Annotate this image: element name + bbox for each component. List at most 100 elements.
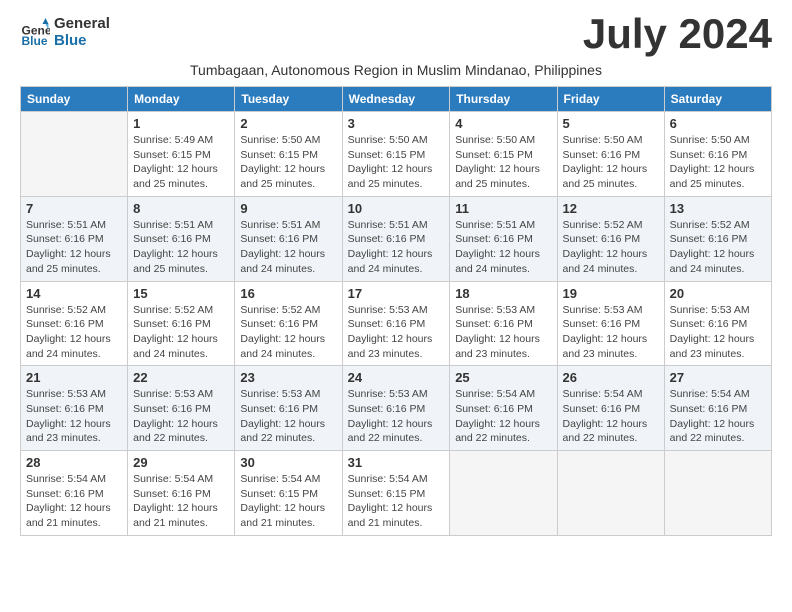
calendar-cell: 14 Sunrise: 5:52 AMSunset: 6:16 PMDayligh… (21, 281, 128, 366)
day-info: Sunrise: 5:53 AMSunset: 6:16 PMDaylight:… (348, 387, 445, 446)
day-number: 14 (26, 286, 122, 301)
day-number: 8 (133, 201, 229, 216)
day-info: Sunrise: 5:50 AMSunset: 6:16 PMDaylight:… (563, 133, 659, 192)
calendar-cell: 22 Sunrise: 5:53 AMSunset: 6:16 PMDayligh… (128, 366, 235, 451)
page-header: General Blue General Blue July 2024 (20, 10, 772, 58)
calendar-cell: 16 Sunrise: 5:52 AMSunset: 6:16 PMDayligh… (235, 281, 342, 366)
logo-icon: General Blue (20, 18, 50, 48)
day-info: Sunrise: 5:53 AMSunset: 6:16 PMDaylight:… (26, 387, 122, 446)
day-number: 10 (348, 201, 445, 216)
calendar-cell: 9 Sunrise: 5:51 AMSunset: 6:16 PMDaylight… (235, 196, 342, 281)
day-number: 2 (240, 116, 336, 131)
weekday-header-wednesday: Wednesday (342, 87, 450, 112)
calendar-cell: 6 Sunrise: 5:50 AMSunset: 6:16 PMDaylight… (664, 112, 771, 197)
svg-text:Blue: Blue (22, 34, 48, 48)
day-number: 16 (240, 286, 336, 301)
day-number: 29 (133, 455, 229, 470)
day-info: Sunrise: 5:54 AMSunset: 6:16 PMDaylight:… (26, 472, 122, 531)
calendar-cell: 4 Sunrise: 5:50 AMSunset: 6:15 PMDaylight… (450, 112, 557, 197)
day-info: Sunrise: 5:53 AMSunset: 6:16 PMDaylight:… (455, 303, 551, 362)
day-number: 13 (670, 201, 766, 216)
day-number: 23 (240, 370, 336, 385)
day-info: Sunrise: 5:51 AMSunset: 6:16 PMDaylight:… (26, 218, 122, 277)
calendar-cell: 12Sunrise: 5:52 AMSunset: 6:16 PMDayligh… (557, 196, 664, 281)
day-info: Sunrise: 5:53 AMSunset: 6:16 PMDaylight:… (348, 303, 445, 362)
month-title: July 2024 (583, 10, 772, 58)
day-info: Sunrise: 5:50 AMSunset: 6:15 PMDaylight:… (240, 133, 336, 192)
day-number: 6 (670, 116, 766, 131)
day-number: 20 (670, 286, 766, 301)
day-info: Sunrise: 5:52 AMSunset: 6:16 PMDaylight:… (26, 303, 122, 362)
day-number: 15 (133, 286, 229, 301)
day-number: 11 (455, 201, 551, 216)
calendar-cell: 27 Sunrise: 5:54 AMSunset: 6:16 PMDayligh… (664, 366, 771, 451)
calendar-cell: 1 Sunrise: 5:49 AMSunset: 6:15 PMDaylight… (128, 112, 235, 197)
calendar-week-4: 21 Sunrise: 5:53 AMSunset: 6:16 PMDayligh… (21, 366, 772, 451)
calendar-cell (21, 112, 128, 197)
day-number: 4 (455, 116, 551, 131)
day-info: Sunrise: 5:54 AMSunset: 6:16 PMDaylight:… (563, 387, 659, 446)
logo-text: General Blue (54, 16, 110, 49)
logo: General Blue General Blue (20, 16, 110, 49)
weekday-header-friday: Friday (557, 87, 664, 112)
day-info: Sunrise: 5:52 AMSunset: 6:16 PMDaylight:… (670, 218, 766, 277)
day-number: 22 (133, 370, 229, 385)
day-number: 31 (348, 455, 445, 470)
weekday-header-row: SundayMondayTuesdayWednesdayThursdayFrid… (21, 87, 772, 112)
day-info: Sunrise: 5:50 AMSunset: 6:15 PMDaylight:… (455, 133, 551, 192)
calendar-cell: 7 Sunrise: 5:51 AMSunset: 6:16 PMDaylight… (21, 196, 128, 281)
day-number: 18 (455, 286, 551, 301)
weekday-header-sunday: Sunday (21, 87, 128, 112)
day-number: 19 (563, 286, 659, 301)
day-number: 17 (348, 286, 445, 301)
weekday-header-monday: Monday (128, 87, 235, 112)
weekday-header-saturday: Saturday (664, 87, 771, 112)
calendar-cell: 18 Sunrise: 5:53 AMSunset: 6:16 PMDayligh… (450, 281, 557, 366)
day-number: 25 (455, 370, 551, 385)
calendar-week-1: 1 Sunrise: 5:49 AMSunset: 6:15 PMDaylight… (21, 112, 772, 197)
day-number: 21 (26, 370, 122, 385)
day-info: Sunrise: 5:54 AMSunset: 6:16 PMDaylight:… (670, 387, 766, 446)
calendar-cell: 28Sunrise: 5:54 AMSunset: 6:16 PMDayligh… (21, 451, 128, 536)
day-number: 7 (26, 201, 122, 216)
calendar-week-5: 28Sunrise: 5:54 AMSunset: 6:16 PMDayligh… (21, 451, 772, 536)
day-number: 24 (348, 370, 445, 385)
calendar-cell (557, 451, 664, 536)
day-info: Sunrise: 5:50 AMSunset: 6:16 PMDaylight:… (670, 133, 766, 192)
day-number: 9 (240, 201, 336, 216)
calendar-cell: 10 Sunrise: 5:51 AMSunset: 6:16 PMDayligh… (342, 196, 450, 281)
calendar-cell: 17 Sunrise: 5:53 AMSunset: 6:16 PMDayligh… (342, 281, 450, 366)
day-number: 1 (133, 116, 229, 131)
day-number: 5 (563, 116, 659, 131)
day-info: Sunrise: 5:53 AMSunset: 6:16 PMDaylight:… (133, 387, 229, 446)
weekday-header-thursday: Thursday (450, 87, 557, 112)
calendar-cell: 25Sunrise: 5:54 AMSunset: 6:16 PMDayligh… (450, 366, 557, 451)
calendar-cell: 5 Sunrise: 5:50 AMSunset: 6:16 PMDaylight… (557, 112, 664, 197)
day-info: Sunrise: 5:51 AMSunset: 6:16 PMDaylight:… (348, 218, 445, 277)
day-info: Sunrise: 5:51 AMSunset: 6:16 PMDaylight:… (240, 218, 336, 277)
calendar-week-3: 14 Sunrise: 5:52 AMSunset: 6:16 PMDayligh… (21, 281, 772, 366)
calendar-cell (664, 451, 771, 536)
calendar-cell: 15Sunrise: 5:52 AMSunset: 6:16 PMDayligh… (128, 281, 235, 366)
day-info: Sunrise: 5:53 AMSunset: 6:16 PMDaylight:… (563, 303, 659, 362)
calendar-week-2: 7 Sunrise: 5:51 AMSunset: 6:16 PMDaylight… (21, 196, 772, 281)
calendar-cell: 8 Sunrise: 5:51 AMSunset: 6:16 PMDaylight… (128, 196, 235, 281)
calendar-cell: 11 Sunrise: 5:51 AMSunset: 6:16 PMDayligh… (450, 196, 557, 281)
calendar-cell: 19 Sunrise: 5:53 AMSunset: 6:16 PMDayligh… (557, 281, 664, 366)
day-info: Sunrise: 5:49 AMSunset: 6:15 PMDaylight:… (133, 133, 229, 192)
day-info: Sunrise: 5:53 AMSunset: 6:16 PMDaylight:… (240, 387, 336, 446)
day-info: Sunrise: 5:51 AMSunset: 6:16 PMDaylight:… (455, 218, 551, 277)
day-number: 27 (670, 370, 766, 385)
calendar-cell: 31Sunrise: 5:54 AMSunset: 6:15 PMDayligh… (342, 451, 450, 536)
calendar-cell: 2 Sunrise: 5:50 AMSunset: 6:15 PMDaylight… (235, 112, 342, 197)
day-info: Sunrise: 5:50 AMSunset: 6:15 PMDaylight:… (348, 133, 445, 192)
calendar-cell: 23 Sunrise: 5:53 AMSunset: 6:16 PMDayligh… (235, 366, 342, 451)
day-info: Sunrise: 5:52 AMSunset: 6:16 PMDaylight:… (240, 303, 336, 362)
calendar-cell (450, 451, 557, 536)
calendar-cell: 26Sunrise: 5:54 AMSunset: 6:16 PMDayligh… (557, 366, 664, 451)
day-info: Sunrise: 5:51 AMSunset: 6:16 PMDaylight:… (133, 218, 229, 277)
day-number: 12 (563, 201, 659, 216)
calendar-cell: 20 Sunrise: 5:53 AMSunset: 6:16 PMDayligh… (664, 281, 771, 366)
day-info: Sunrise: 5:53 AMSunset: 6:16 PMDaylight:… (670, 303, 766, 362)
day-number: 3 (348, 116, 445, 131)
